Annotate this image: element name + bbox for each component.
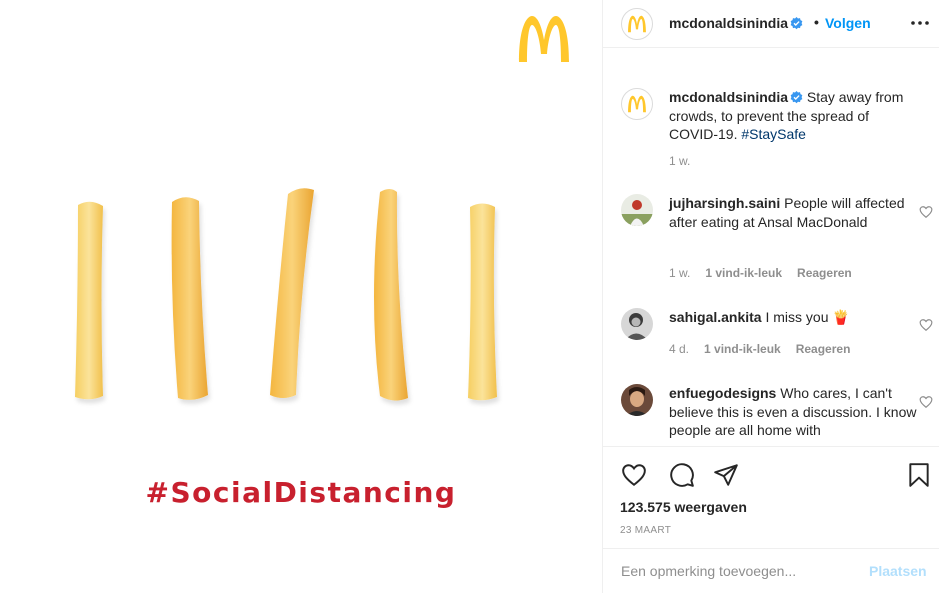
commenter-avatar[interactable] (621, 384, 653, 416)
instagram-post: #SocialDistancing mcdonaldsinindia • Vol… (0, 0, 939, 593)
comment-like-heart-icon[interactable] (919, 205, 933, 219)
comment-text: sahigal.ankita I miss you 🍟 (669, 308, 917, 327)
comments-list[interactable]: mcdonaldsinindia Stay away from crowds, … (603, 48, 939, 446)
add-comment-form: Plaatsen (603, 548, 939, 593)
comment-username[interactable]: sahigal.ankita (669, 309, 762, 325)
mcdonalds-logo (628, 15, 646, 33)
reply-button[interactable]: Reageren (796, 342, 851, 356)
comment-item: enfuegodesigns Who cares, I can't believ… (603, 384, 939, 446)
profile-photo-icon (621, 308, 653, 340)
caption-hashtag-link[interactable]: #StaySafe (741, 126, 806, 142)
profile-photo-icon (621, 384, 653, 416)
fry-3 (270, 188, 314, 398)
verified-badge-icon (790, 91, 803, 104)
comment-username[interactable]: enfuegodesigns (669, 385, 776, 401)
comment-like-heart-icon[interactable] (919, 318, 933, 332)
profile-photo-icon (621, 194, 653, 226)
comment-item: jujharsingh.saini People will affected a… (603, 194, 939, 294)
comment-like-heart-icon[interactable] (919, 395, 933, 409)
comment-text: enfuegodesigns Who cares, I can't believ… (669, 384, 917, 440)
fry-5 (468, 203, 497, 401)
caption-text: mcdonaldsinindia Stay away from crowds, … (669, 88, 917, 144)
post-comment-button[interactable]: Plaatsen (869, 563, 927, 579)
heart-icon[interactable] (621, 462, 647, 488)
reply-button[interactable]: Reageren (797, 266, 852, 280)
post-side-panel: mcdonaldsinindia • Volgen mcdonaldsinind… (602, 0, 939, 593)
comment-username[interactable]: jujharsingh.saini (669, 195, 780, 211)
view-count[interactable]: 123.575 weergaven (620, 499, 747, 515)
fry-2 (171, 197, 208, 400)
comment-body: I miss you (765, 309, 829, 325)
follow-separator: • (814, 14, 819, 30)
comment-likes[interactable]: 1 vind-ik-leuk (705, 266, 782, 280)
commenter-avatar[interactable] (621, 308, 653, 340)
comment-time[interactable]: 4 d. (669, 342, 689, 356)
fry-4 (374, 189, 408, 401)
comment-icon[interactable] (669, 462, 695, 488)
follow-button[interactable]: Volgen (825, 15, 871, 31)
verified-badge-icon (790, 17, 803, 30)
social-distancing-hashtag: #SocialDistancing (145, 476, 457, 509)
post-actions: 123.575 weergaven 23 MAART (603, 446, 939, 548)
post-date[interactable]: 23 MAART (620, 525, 671, 536)
more-options-icon[interactable] (908, 13, 932, 33)
bookmark-icon[interactable] (906, 462, 932, 488)
caption-time[interactable]: 1 w. (669, 154, 690, 168)
comment-text: jujharsingh.saini People will affected a… (669, 194, 917, 231)
comment-input[interactable] (621, 559, 851, 583)
account-avatar[interactable] (621, 8, 653, 40)
paper-plane-icon[interactable] (713, 462, 739, 488)
account-username[interactable]: mcdonaldsinindia (669, 15, 803, 31)
commenter-avatar[interactable] (621, 194, 653, 226)
caption-meta: 1 w. (669, 154, 705, 168)
comment-time[interactable]: 1 w. (669, 266, 690, 280)
caption-username[interactable]: mcdonaldsinindia (669, 89, 788, 105)
caption-avatar[interactable] (621, 88, 653, 120)
fries-emoji: 🍟 (832, 309, 850, 325)
post-image[interactable]: #SocialDistancing (0, 0, 602, 593)
post-header: mcdonaldsinindia • Volgen (603, 0, 939, 48)
caption: mcdonaldsinindia Stay away from crowds, … (603, 88, 939, 168)
fry-1 (75, 201, 103, 400)
mcdonalds-logo (628, 95, 646, 113)
comment-likes[interactable]: 1 vind-ik-leuk (704, 342, 781, 356)
account-username-text: mcdonaldsinindia (669, 15, 789, 31)
comment-meta: 1 w. 1 vind-ik-leuk Reageren (669, 266, 867, 280)
comment-meta: 4 d. 1 vind-ik-leuk Reageren (669, 342, 865, 356)
comment-item: sahigal.ankita I miss you 🍟 4 d. 1 vind-… (603, 308, 939, 368)
